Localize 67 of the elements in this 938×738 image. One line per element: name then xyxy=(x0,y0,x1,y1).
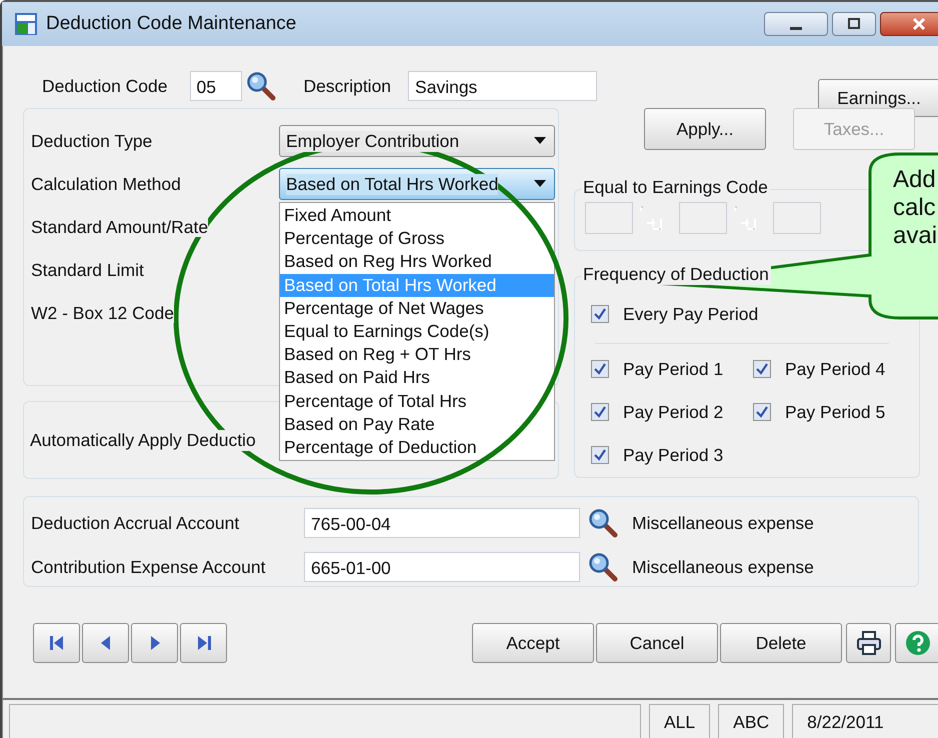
account-description: Miscellaneous expense xyxy=(632,556,814,578)
account-field[interactable]: 765-00-04 xyxy=(304,508,580,538)
caret-icon xyxy=(534,137,546,145)
action-button[interactable]: Accept xyxy=(472,623,594,663)
dropdown-option[interactable]: Based on Pay Rate xyxy=(280,412,554,436)
help-icon xyxy=(904,630,930,656)
dropdown-option[interactable]: Fixed Amount xyxy=(280,204,554,228)
first-record-button[interactable] xyxy=(33,623,80,663)
status-panel: ABC xyxy=(718,704,784,738)
deduction-code-label: Deduction Code xyxy=(42,76,168,96)
deduction-code-field[interactable]: 05 xyxy=(190,71,242,101)
description-field[interactable]: Savings xyxy=(408,71,598,101)
dropdown[interactable]: Employer Contribution xyxy=(279,125,555,157)
minimize-icon xyxy=(790,26,802,30)
earnings-code-field[interactable] xyxy=(679,202,727,234)
checkbox-label: Every Pay Period xyxy=(623,304,758,324)
dropdown-option[interactable]: Based on Paid Hrs xyxy=(280,366,554,390)
checkbox[interactable] xyxy=(591,360,609,378)
printer-icon xyxy=(856,630,882,656)
previous-button[interactable] xyxy=(82,623,129,663)
dropdown-option[interactable]: Percentage of Gross xyxy=(280,227,554,250)
dropdown-option[interactable]: Based on Reg + OT Hrs xyxy=(280,343,554,366)
maximize-button[interactable] xyxy=(832,12,876,36)
checkbox[interactable] xyxy=(753,403,771,421)
action-button[interactable]: Delete xyxy=(720,623,842,663)
search-icon[interactable] xyxy=(588,508,618,538)
account-label: Contribution Expense Account xyxy=(31,556,266,578)
checkbox[interactable] xyxy=(591,305,609,323)
checkbox[interactable] xyxy=(753,360,771,378)
checkbox-label: Pay Period 1 xyxy=(623,358,724,380)
minimize-button[interactable] xyxy=(764,12,828,36)
dropdown-option[interactable]: Based on Reg Hrs Worked xyxy=(280,250,554,274)
checkbox[interactable] xyxy=(591,446,609,464)
earnings-code-field[interactable] xyxy=(585,202,633,234)
dropdown-option[interactable]: Equal to Earnings Code(s) xyxy=(280,320,554,344)
status-panel: 8/22/2011 xyxy=(792,704,938,738)
field-label: Standard Amount/Rate xyxy=(31,216,208,236)
account-field[interactable]: 665-01-00 xyxy=(304,552,580,582)
checkbox-label: Pay Period 5 xyxy=(785,402,886,422)
action-button[interactable]: Cancel xyxy=(596,623,718,663)
status-panel: ALL xyxy=(649,704,710,738)
search-icon[interactable] xyxy=(246,71,276,101)
checkbox-label: Pay Period 3 xyxy=(623,444,724,466)
account-label: Deduction Accrual Account xyxy=(31,512,240,534)
group-title: Frequency of Deduction xyxy=(581,264,771,285)
next-button[interactable] xyxy=(131,623,178,663)
window-title: Deduction Code Maintenance xyxy=(46,13,296,35)
app-icon xyxy=(14,12,38,36)
print-button[interactable] xyxy=(846,623,891,663)
auto-apply-label: Automatically Apply Deductio xyxy=(30,430,256,450)
search-icon[interactable] xyxy=(588,552,618,582)
dropdown[interactable]: Based on Total Hrs Worked xyxy=(279,168,555,200)
account-description: Miscellaneous expense xyxy=(632,512,814,534)
description-label: Description xyxy=(304,76,392,96)
last-record-button[interactable] xyxy=(180,623,227,663)
callout-text: Add calc avai xyxy=(893,166,938,250)
group-title: Equal to Earnings Code xyxy=(581,177,770,198)
checkbox[interactable] xyxy=(591,403,609,421)
dropdown-option[interactable]: Percentage of Deduction xyxy=(280,436,554,460)
checkbox-label: Pay Period 4 xyxy=(785,358,886,380)
checkbox-label: Pay Period 2 xyxy=(623,402,724,422)
earnings-code-field[interactable] xyxy=(773,202,821,234)
dropdown-option[interactable]: Percentage of Total Hrs xyxy=(280,390,554,413)
caret-icon xyxy=(534,180,546,188)
apply-button[interactable]: Apply... xyxy=(644,108,766,150)
dropdown-option[interactable]: Percentage of Net Wages xyxy=(280,296,554,320)
close-button[interactable] xyxy=(880,12,938,36)
